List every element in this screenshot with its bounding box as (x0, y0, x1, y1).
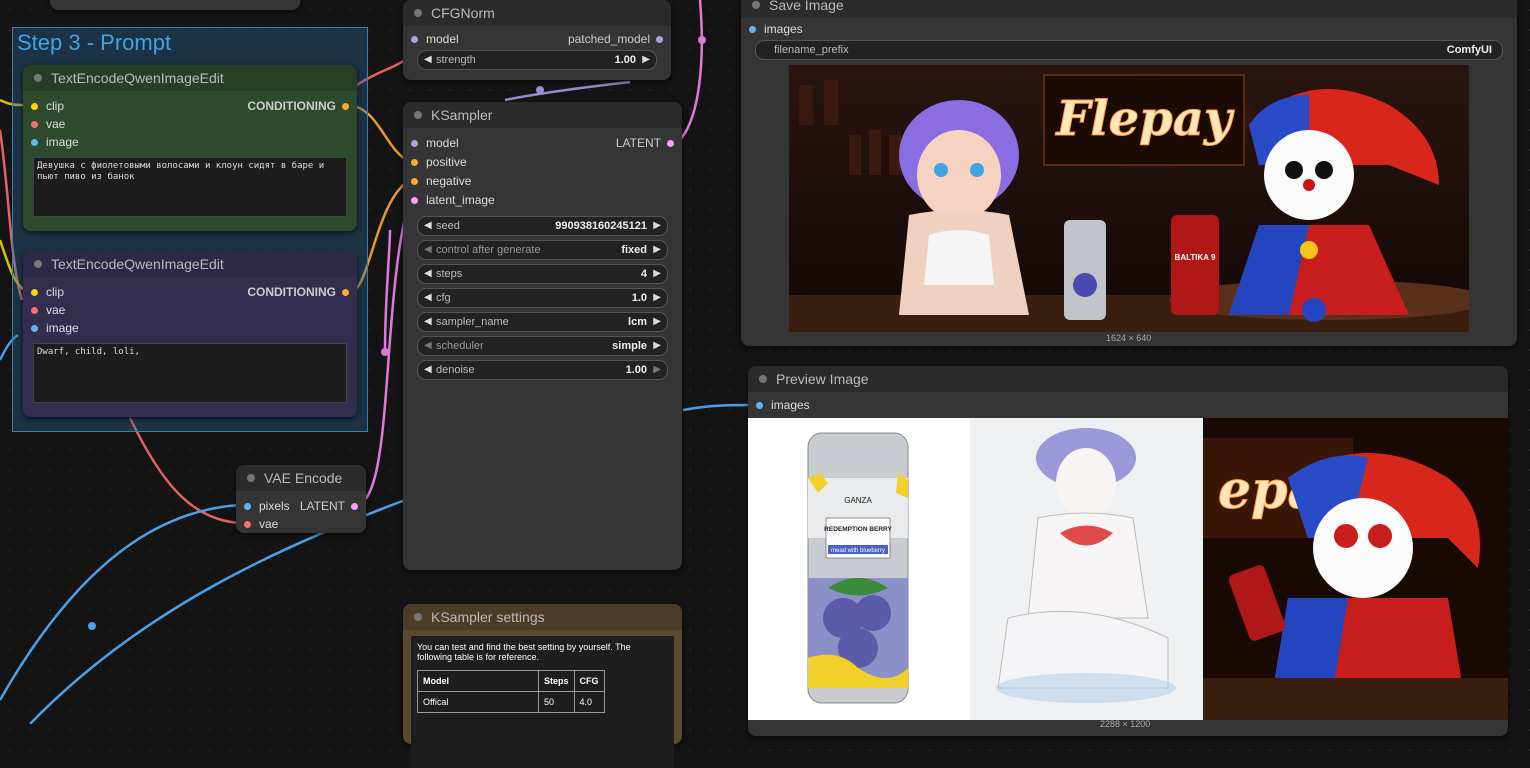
preview-composite-image[interactable]: GANZA REDEMPTION BERRY mead with blueber… (748, 418, 1508, 720)
save-image-node[interactable]: Save Image images filename_prefix ComfyU… (741, 0, 1517, 346)
wire-reroute-dot (698, 36, 706, 44)
vae-input-pin[interactable] (31, 307, 38, 315)
image-input-pin[interactable] (31, 325, 38, 333)
negative-input-pin[interactable] (411, 178, 418, 186)
decrement-arrow-icon[interactable]: ◀ (424, 265, 432, 283)
steps-widget[interactable]: ◀ steps 4 ▶ (417, 264, 668, 284)
table-row: Offical 50 4.0 (417, 691, 605, 713)
table-header: CFG (573, 670, 605, 692)
preview-image-node[interactable]: Preview Image images GANZA REDEMPTION BE… (748, 366, 1508, 736)
model-input-pin[interactable] (411, 36, 418, 44)
decrement-arrow-icon[interactable]: ◀ (424, 241, 432, 259)
wire-image (29, 498, 406, 724)
pixels-input-pin[interactable] (244, 503, 251, 511)
text-encode-node-negative[interactable]: TextEncodeQwenImageEdit clip CONDITIONIN… (23, 251, 357, 417)
increment-arrow-icon[interactable]: ▶ (653, 313, 661, 331)
collapse-dot[interactable] (752, 1, 760, 9)
prompt-textarea[interactable]: Dwarf, child, loli, (33, 343, 347, 403)
vae-encode-node[interactable]: VAE Encode pixels LATENT vae (236, 465, 366, 533)
vae-input-pin[interactable] (244, 521, 251, 529)
clip-input-pin[interactable] (31, 103, 38, 111)
prompt-textarea[interactable]: Девушка с фиолетовыми волосами и клоун с… (33, 157, 347, 217)
image-dimensions: 2288 × 1200 (1100, 719, 1151, 729)
collapse-dot[interactable] (247, 474, 255, 482)
image-input-pin[interactable] (31, 139, 38, 147)
cfgnorm-node[interactable]: CFGNorm model patched_model ◀ strength 1… (403, 0, 671, 80)
wire-reroute-dot (88, 622, 96, 630)
latent-output-pin[interactable] (667, 140, 674, 148)
cfg-widget[interactable]: ◀ cfg 1.0 ▶ (417, 288, 668, 308)
denoise-widget[interactable]: ◀ denoise 1.00 ▶ (417, 360, 668, 380)
increment-arrow-icon[interactable]: ▶ (653, 337, 661, 355)
node-title[interactable]: TextEncodeQwenImageEdit (23, 251, 357, 277)
decrement-arrow-icon[interactable]: ◀ (424, 337, 432, 355)
wire-latent (383, 229, 392, 351)
scheduler-widget[interactable]: ◀ scheduler simple ▶ (417, 336, 668, 356)
model-input-pin[interactable] (411, 140, 418, 148)
vae-input-pin[interactable] (31, 121, 38, 129)
positive-input-pin[interactable] (411, 159, 418, 167)
wire-model (504, 80, 631, 102)
collapse-dot[interactable] (34, 260, 42, 268)
node-title[interactable]: KSampler (403, 102, 682, 128)
strength-widget[interactable]: ◀ strength 1.00 ▶ (417, 50, 657, 70)
increment-arrow-icon[interactable]: ▶ (653, 361, 661, 379)
collapse-dot[interactable] (759, 375, 767, 383)
increment-arrow-icon[interactable]: ▶ (653, 265, 661, 283)
images-input-pin[interactable] (756, 402, 763, 410)
generated-image[interactable]: Flepay BALTIKA 9 (789, 65, 1469, 332)
latent-image-input-pin[interactable] (411, 197, 418, 205)
increment-arrow-icon[interactable]: ▶ (642, 51, 650, 69)
table-header: Model (417, 670, 539, 692)
decrement-arrow-icon[interactable]: ◀ (424, 361, 432, 379)
wire-reroute-dot (381, 348, 389, 356)
node-title[interactable]: TextEncodeQwenImageEdit (23, 65, 357, 91)
wire-image (0, 503, 241, 701)
group-title: Step 3 - Prompt (17, 30, 172, 55)
text-encode-node-positive[interactable]: TextEncodeQwenImageEdit clip CONDITIONIN… (23, 65, 357, 231)
can-brand-text: GANZA (844, 496, 872, 505)
decrement-arrow-icon[interactable]: ◀ (424, 51, 432, 69)
model-output-pin[interactable] (656, 36, 663, 44)
table-header: Steps (538, 670, 575, 692)
filename-prefix-widget[interactable]: filename_prefix ComfyUI (755, 40, 1503, 60)
reference-table: Model Steps CFG Offical 50 4.0 (417, 670, 605, 713)
sampler-name-widget[interactable]: ◀ sampler_name lcm ▶ (417, 312, 668, 332)
settings-content: You can test and find the best setting b… (411, 636, 674, 768)
ksampler-settings-note[interactable]: KSampler settings You can test and find … (403, 604, 682, 768)
neon-sign-text: Flepay (1054, 91, 1235, 147)
image-dimensions: 1624 × 640 (1106, 333, 1152, 343)
images-input-pin[interactable] (749, 26, 756, 34)
seed-widget[interactable]: ◀ seed 990938160245121 ▶ (417, 216, 668, 236)
conditioning-output-pin[interactable] (342, 103, 349, 111)
increment-arrow-icon[interactable]: ▶ (653, 241, 661, 259)
collapse-dot[interactable] (34, 74, 42, 82)
wire-vae (128, 417, 241, 525)
can-name-text: REDEMPTION BERRY (824, 526, 892, 533)
increment-arrow-icon[interactable]: ▶ (653, 217, 661, 235)
conditioning-output-pin[interactable] (342, 289, 349, 297)
wire-image (682, 403, 754, 412)
decrement-arrow-icon[interactable]: ◀ (424, 217, 432, 235)
partial-node-top[interactable] (50, 0, 300, 10)
node-title[interactable]: VAE Encode (236, 465, 366, 491)
node-title[interactable]: KSampler settings (403, 604, 682, 630)
latent-output-pin[interactable] (351, 503, 358, 511)
decrement-arrow-icon[interactable]: ◀ (424, 313, 432, 331)
node-title[interactable]: Preview Image (748, 366, 1508, 392)
collapse-dot[interactable] (414, 111, 422, 119)
node-title[interactable]: CFGNorm (403, 0, 671, 26)
can-sub-text: mead with blueberry (831, 548, 885, 554)
wire-reroute-dot (536, 86, 544, 94)
settings-description: You can test and find the best setting b… (417, 642, 631, 662)
can-label-text: BALTIKA 9 (1175, 253, 1216, 262)
collapse-dot[interactable] (414, 613, 422, 621)
ksampler-node[interactable]: KSampler model LATENT positive negative … (403, 102, 682, 570)
increment-arrow-icon[interactable]: ▶ (653, 289, 661, 307)
control-after-generate-widget[interactable]: ◀ control after generate fixed ▶ (417, 240, 668, 260)
clip-input-pin[interactable] (31, 289, 38, 297)
decrement-arrow-icon[interactable]: ◀ (424, 289, 432, 307)
node-title[interactable]: Save Image (741, 0, 1517, 18)
collapse-dot[interactable] (414, 9, 422, 17)
